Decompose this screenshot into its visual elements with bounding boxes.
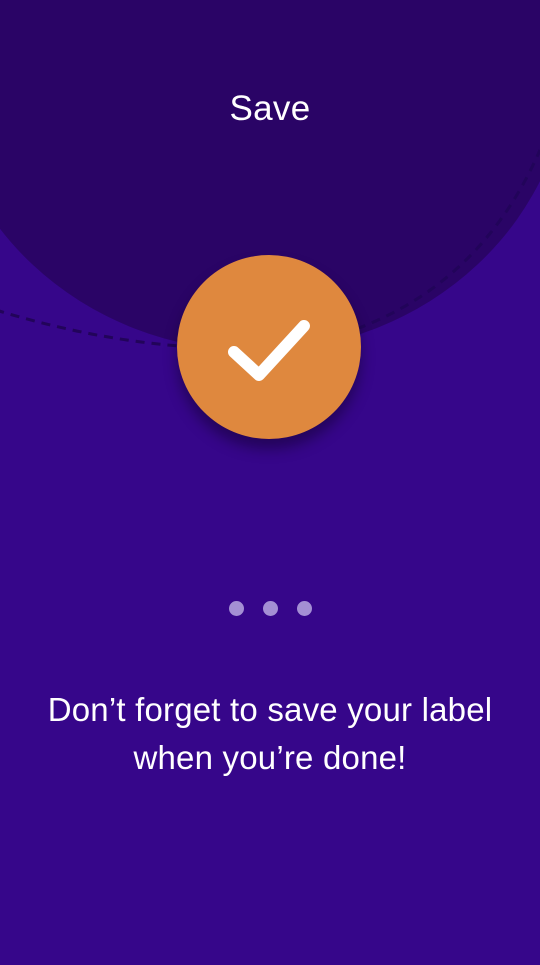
checkmark-badge (177, 255, 361, 439)
message-line: Don’t forget to save your label (47, 691, 493, 728)
checkmark-icon (228, 320, 310, 381)
page-dot[interactable] (296, 601, 312, 616)
page-title: Save (229, 89, 311, 128)
page-dot[interactable] (262, 601, 278, 616)
onboarding-message: Don’t forget to save your label when you… (0, 686, 540, 782)
message-line: when you’re done! (133, 739, 407, 776)
page-indicator (0, 601, 540, 617)
page-dot[interactable] (228, 601, 244, 616)
background-shape (0, 0, 540, 351)
onboarding-screen: Save Don’t forget to save your label whe… (0, 0, 540, 965)
